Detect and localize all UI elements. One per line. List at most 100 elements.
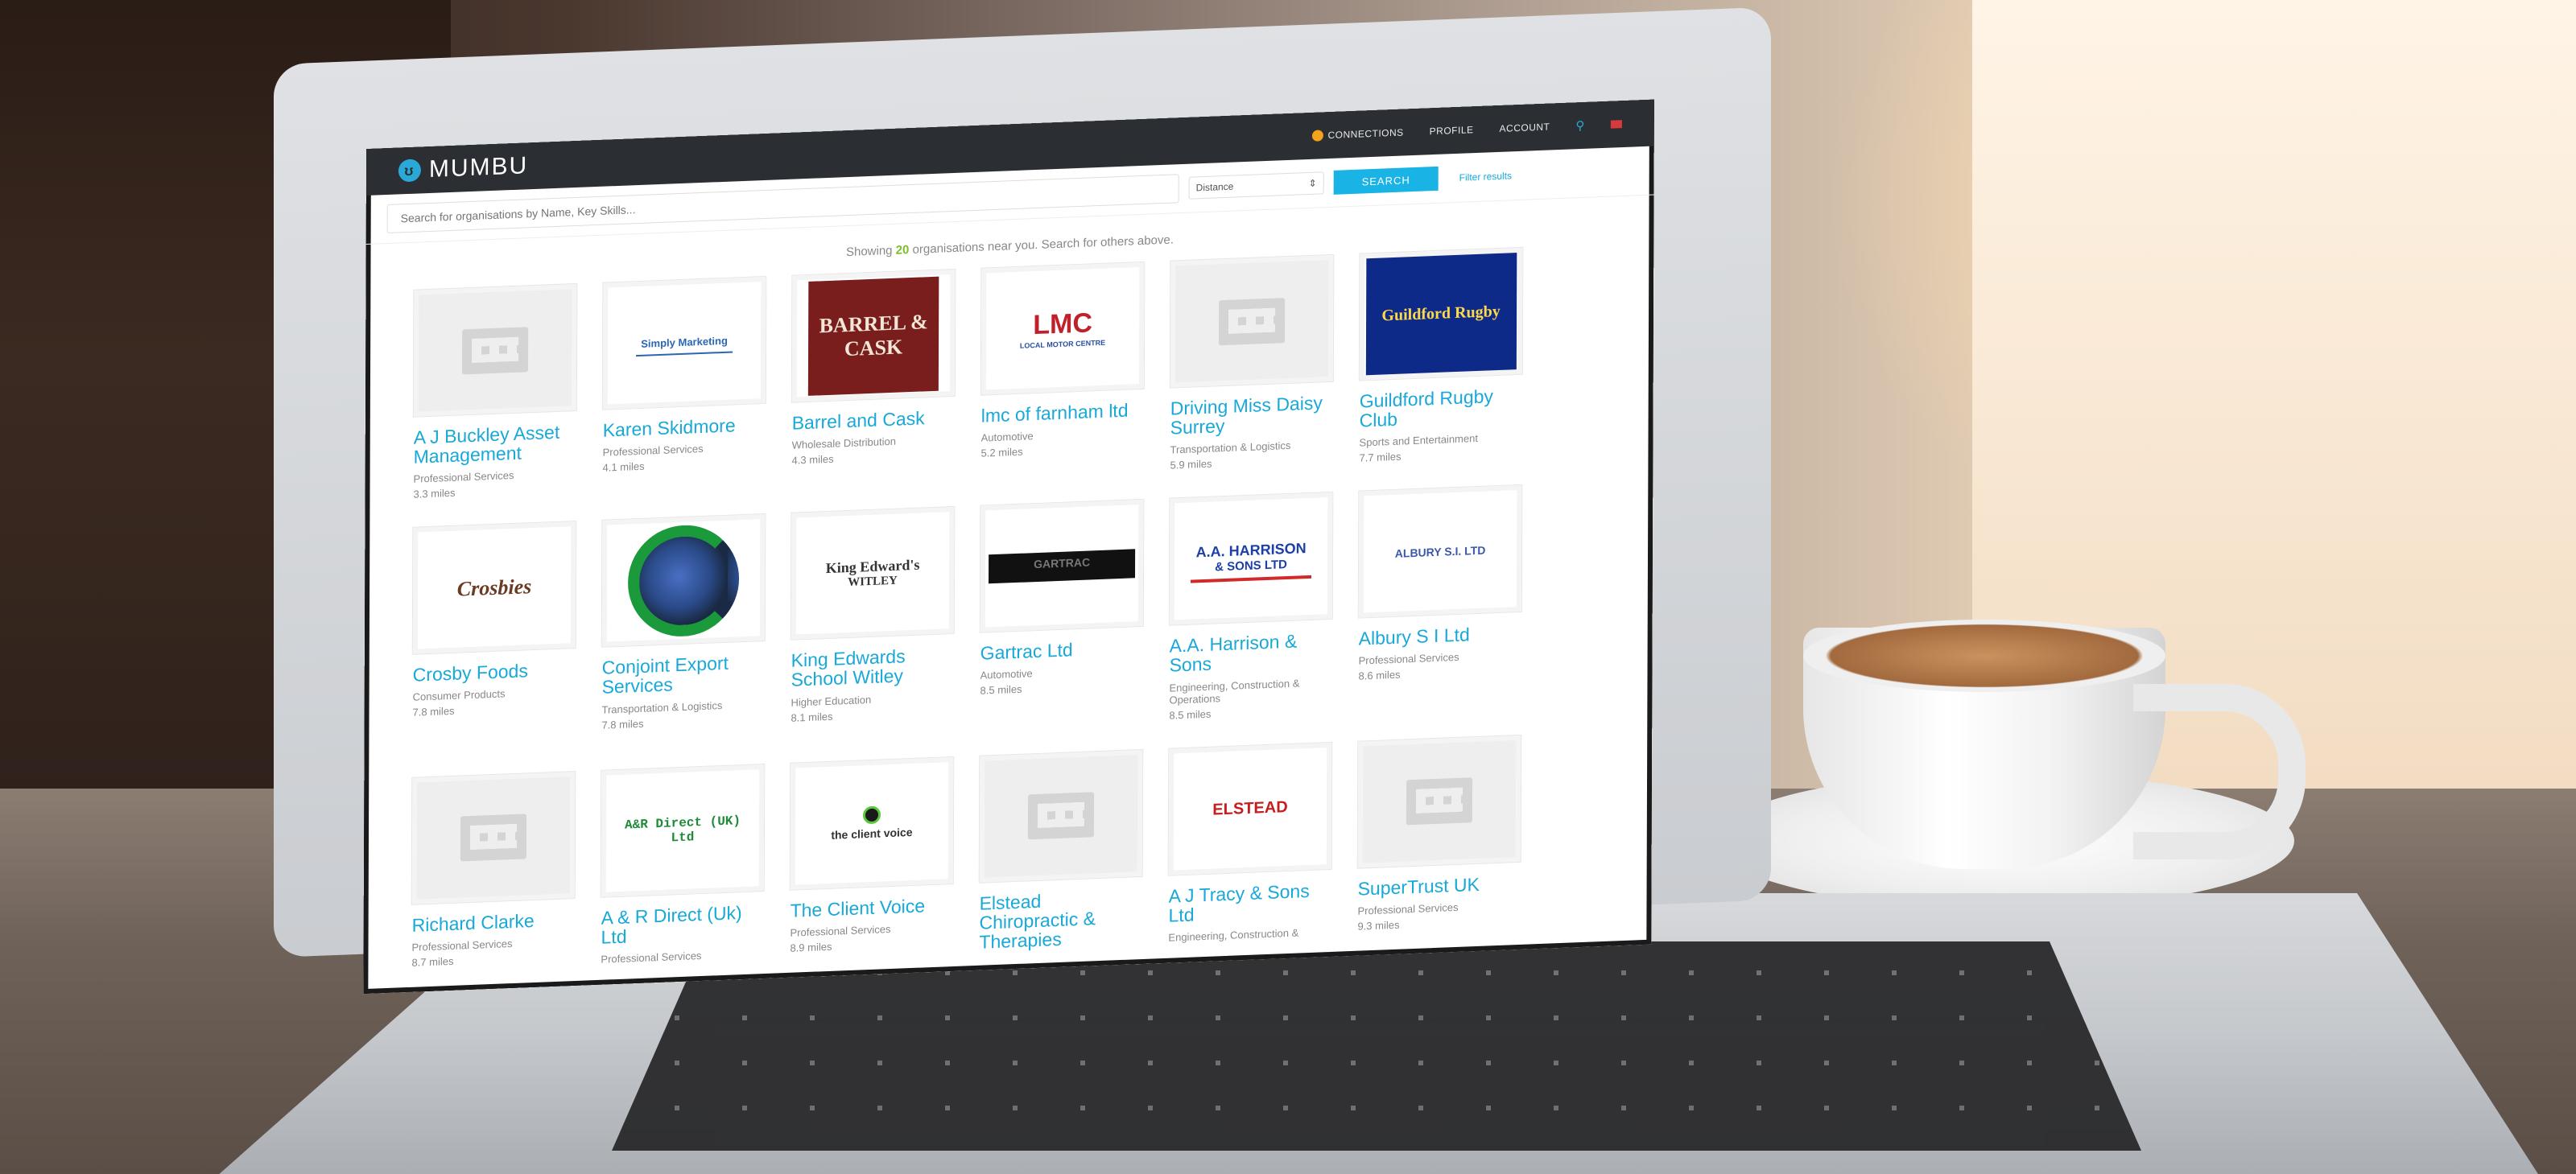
organisation-name[interactable]: Albury S I Ltd <box>1359 623 1524 649</box>
organisation-name[interactable]: Richard Clarke <box>412 909 577 936</box>
organisation-name[interactable]: A J Buckley Asset Management <box>414 422 579 468</box>
organisation-name[interactable]: King Edwards School Witley <box>791 645 956 691</box>
organisation-card[interactable]: BARREL & CASK Barrel and Cask Wholesale Di… <box>791 269 957 486</box>
organisation-logo[interactable] <box>1357 735 1521 868</box>
organisation-card[interactable]: Simply Marketing Karen Skidmore Profession… <box>602 276 768 493</box>
chevron-updown-icon: ⇕ <box>1308 177 1317 190</box>
organisation-name[interactable]: A & R Direct (Uk) Ltd <box>601 901 766 948</box>
building-icon <box>1219 297 1286 345</box>
organisation-sector: Engineering, Construction & <box>1168 926 1299 944</box>
search-icon[interactable]: ⚲ <box>1575 118 1585 133</box>
organisation-card[interactable]: the client voice The Client Voice Professi… <box>790 756 956 965</box>
organisation-name[interactable]: A J Tracy & Sons Ltd <box>1168 879 1333 926</box>
nav-connections[interactable]: CONNECTIONS <box>1311 126 1404 142</box>
organisation-distance: 4.3 miles <box>791 452 834 467</box>
organisation-card[interactable]: GARTRAC Gartrac Ltd Automotive 8.5 miles <box>980 500 1146 728</box>
mumbu-logo-icon: ʊ <box>398 159 421 183</box>
organisation-card[interactable]: King Edward's WITLEY King Edwards School W… <box>791 507 956 735</box>
organisation-card[interactable]: A.A. HARRISON & SONS LTD A.A. Harrison & S… <box>1169 492 1335 721</box>
nav-account-label: ACCOUNT <box>1499 121 1550 134</box>
summary-suffix: organisations near you. Search for other… <box>912 233 1174 257</box>
brand-logo[interactable]: ʊ MUMBU <box>398 152 528 184</box>
logo-text: GARTRAC <box>1034 555 1091 571</box>
logo-wordmark: A.A. HARRISON & SONS LTD <box>1191 534 1311 583</box>
building-icon <box>1406 777 1473 826</box>
nav-profile[interactable]: PROFILE <box>1430 124 1474 137</box>
organisation-logo[interactable]: Guildford Rugby <box>1359 247 1523 381</box>
organisation-logo[interactable]: A.A. HARRISON & SONS LTD <box>1169 492 1333 625</box>
organisation-logo[interactable] <box>979 749 1143 883</box>
logo-text: ELSTEAD <box>1212 797 1288 819</box>
organisation-name[interactable]: Barrel and Cask <box>792 407 957 433</box>
notification-icon[interactable] <box>1610 120 1622 129</box>
distance-select[interactable]: Distance ⇕ <box>1188 171 1324 200</box>
organisation-name[interactable]: Elstead Chiropractic & Therapies <box>979 887 1144 952</box>
organisation-card[interactable]: A J Buckley Asset Management Professional… <box>413 283 579 501</box>
laptop-screen: ʊ MUMBU CONNECTIONS PROFILE ACCOUNT ⚲ Di… <box>363 99 1654 995</box>
organisation-logo[interactable] <box>601 514 766 648</box>
organisation-name[interactable]: The Client Voice <box>791 894 956 921</box>
search-button[interactable]: SEARCH <box>1333 166 1439 195</box>
brand-name: MUMBU <box>428 152 529 183</box>
organisation-logo[interactable] <box>413 283 577 417</box>
organisation-logo[interactable]: LMC LOCAL MOTOR CENTRE <box>980 262 1145 395</box>
organisation-card[interactable]: Driving Miss Daisy Surrey Transportation … <box>1170 254 1335 472</box>
organisation-distance: 5.2 miles <box>980 445 1023 459</box>
organisation-card[interactable]: A&R Direct (UK) Ltd A & R Direct (Uk) Ltd… <box>601 764 766 972</box>
logo-subtext: WITLEY <box>848 574 898 589</box>
organisation-name[interactable]: A.A. Harrison & Sons <box>1170 630 1335 676</box>
organisation-name[interactable]: Crosby Foods <box>413 659 578 686</box>
organisation-sector: Engineering, Construction & Operations <box>1169 677 1300 706</box>
organisation-name[interactable]: Guildford Rugby Club <box>1360 385 1525 431</box>
logo-wordmark: A&R Direct (UK) Ltd <box>606 808 759 852</box>
organisation-logo[interactable]: Simply Marketing <box>602 276 766 410</box>
logo-wordmark: BARREL & CASK <box>807 276 939 396</box>
organisation-card[interactable]: SuperTrust UK Professional Services 9.3 mi… <box>1357 735 1523 943</box>
building-icon <box>462 326 529 374</box>
organisation-card[interactable]: ALBURY S.I. LTD Albury S I Ltd Professiona… <box>1358 485 1524 714</box>
nav-connections-label: CONNECTIONS <box>1327 126 1404 142</box>
cup-handle <box>2133 684 2306 859</box>
organisation-logo[interactable]: ALBURY S.I. LTD <box>1358 485 1522 618</box>
organisation-card[interactable]: Crosbies Crosby Foods Consumer Products 7.8… <box>412 521 578 750</box>
organisation-card[interactable]: LMC LOCAL MOTOR CENTRE lmc of farnham ltd A… <box>980 262 1146 479</box>
organisation-distance: 7.8 miles <box>601 717 644 731</box>
logo-wordmark: King Edward's WITLEY <box>821 551 925 595</box>
organisation-name[interactable]: Driving Miss Daisy Surrey <box>1170 392 1335 438</box>
organisation-name[interactable]: Gartrac Ltd <box>980 637 1146 664</box>
organisation-card[interactable]: Conjoint Export Services Transportation &… <box>601 514 767 743</box>
organisation-distance: 3.3 miles <box>413 487 456 501</box>
organisation-logo[interactable]: Crosbies <box>412 521 576 655</box>
organisation-card[interactable]: Elstead Chiropractic & Therapies <box>979 749 1145 958</box>
coffee-surface <box>1803 620 2165 692</box>
main-nav: CONNECTIONS PROFILE ACCOUNT ⚲ <box>1311 117 1622 143</box>
logo-text: LMC <box>1033 307 1092 341</box>
organisation-card[interactable]: Guildford Rugby Guildford Rugby Club Sport… <box>1359 247 1525 464</box>
organisation-name[interactable]: Conjoint Export Services <box>602 652 767 698</box>
logo-text: Simply Marketing <box>641 334 728 350</box>
filter-results-link[interactable]: Filter results <box>1459 170 1512 183</box>
organisation-logo[interactable]: A&R Direct (UK) Ltd <box>601 764 765 897</box>
nav-profile-label: PROFILE <box>1429 124 1474 138</box>
organisation-logo[interactable]: GARTRAC <box>980 500 1144 632</box>
building-icon <box>1027 792 1095 840</box>
organisation-logo[interactable]: BARREL & CASK <box>791 269 956 402</box>
organisation-logo[interactable]: King Edward's WITLEY <box>791 507 955 641</box>
organisation-logo[interactable] <box>411 771 576 904</box>
organisation-name[interactable]: lmc of farnham ltd <box>981 400 1146 426</box>
organisation-distance: 9.3 miles <box>1357 918 1400 933</box>
organisation-distance: 7.8 miles <box>412 705 455 719</box>
organisation-name[interactable]: SuperTrust UK <box>1358 872 1523 899</box>
organisation-logo[interactable]: the client voice <box>790 756 954 890</box>
organisation-name[interactable]: Karen Skidmore <box>603 414 768 440</box>
organisation-card[interactable]: ELSTEAD A J Tracy & Sons Ltd Engineering, … <box>1168 742 1334 950</box>
organisation-distance: 8.5 miles <box>980 683 1022 698</box>
logo-wordmark: Crosbies <box>452 570 537 607</box>
organisation-card[interactable]: Richard Clarke Professional Services 8.7 m… <box>411 771 577 979</box>
organisation-logo[interactable]: ELSTEAD <box>1168 742 1332 875</box>
coin-icon <box>1311 130 1323 142</box>
organisation-logo[interactable] <box>1170 254 1334 388</box>
logo-text: A.A. HARRISON <box>1195 539 1307 561</box>
nav-account[interactable]: ACCOUNT <box>1500 122 1550 134</box>
organisation-grid: A J Buckley Asset Management Professional… <box>363 243 1653 982</box>
